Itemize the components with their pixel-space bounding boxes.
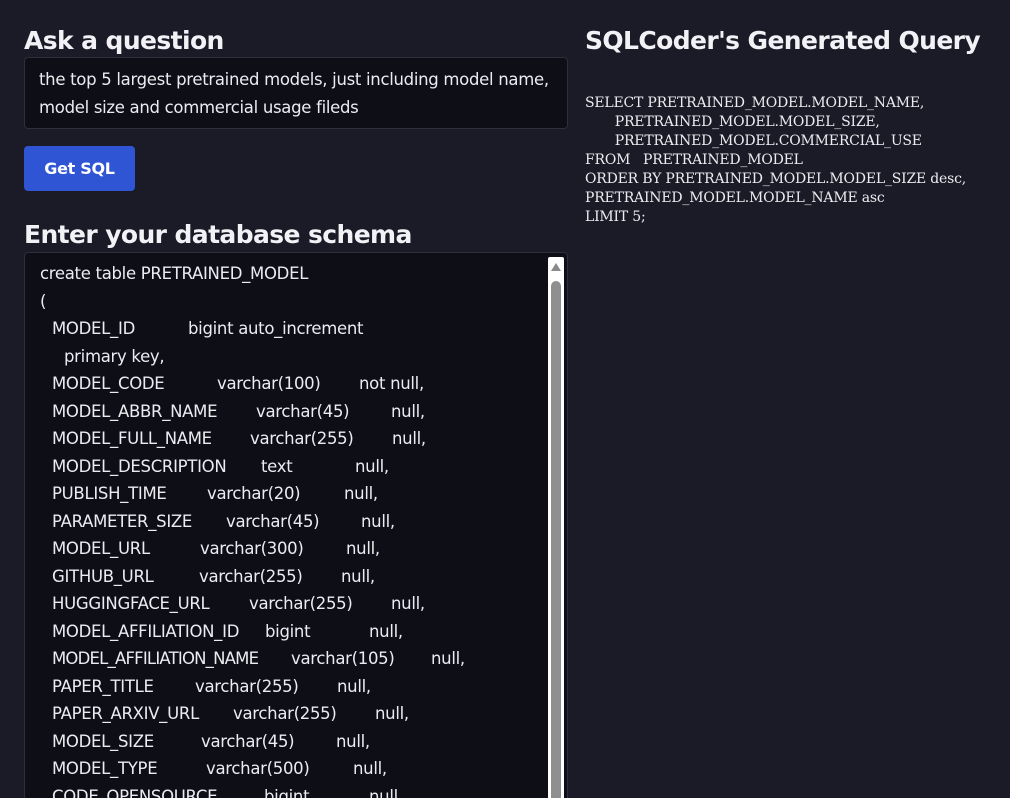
schema-column-name: PARAMETER_SIZE xyxy=(52,511,193,531)
schema-column-type: varchar(20) xyxy=(207,484,301,503)
schema-line: MODEL_CODE varchar(100) not null, xyxy=(40,370,540,398)
schema-scrollbar[interactable] xyxy=(548,257,564,798)
schema-column-nullability: not null, xyxy=(359,374,424,393)
schema-column-type: varchar(45) xyxy=(201,731,295,751)
sql-line: PRETRAINED_MODEL.COMMERCIAL_USE xyxy=(585,133,922,149)
schema-column-nullability: null, xyxy=(355,456,389,476)
schema-column-name: MODEL_AFFILIATION_ID xyxy=(52,621,240,641)
schema-column-nullability: null, xyxy=(346,539,380,558)
schema-column-name: MODEL_DESCRIPTION xyxy=(52,456,227,476)
schema-column-name: MODEL_FULL_NAME xyxy=(52,429,212,448)
schema-column-type: text xyxy=(261,456,293,476)
schema-column-name: PUBLISH_TIME xyxy=(52,484,167,503)
schema-column-type: bigint xyxy=(264,786,310,798)
schema-line: HUGGINGFACE_URL varchar(255) null, xyxy=(40,590,540,618)
schema-line: MODEL_ABBR_NAME varchar(45) null, xyxy=(40,398,540,426)
schema-text: create table PRETRAINED_MODEL ( MODEL_ID… xyxy=(40,260,540,798)
schema-column-type: varchar(100) xyxy=(217,374,321,393)
schema-column-nullability: null, xyxy=(375,704,409,723)
schema-input[interactable]: create table PRETRAINED_MODEL ( MODEL_ID… xyxy=(24,252,568,798)
input-panel: Ask a question the top 5 largest pretrai… xyxy=(24,0,568,798)
schema-line: GITHUB_URL varchar(255) null, xyxy=(40,563,540,591)
generated-query-heading: SQLCoder's Generated Query xyxy=(585,26,981,55)
sql-line: FROM PRETRAINED_MODEL xyxy=(585,152,803,168)
schema-column-nullability: null, xyxy=(341,566,375,586)
schema-column-type: varchar(255) xyxy=(250,429,354,448)
ask-question-heading: Ask a question xyxy=(24,26,224,55)
schema-column-type: varchar(255) xyxy=(195,676,299,696)
sql-line: SELECT PRETRAINED_MODEL.MODEL_NAME, xyxy=(585,95,925,111)
schema-text-fragment: ( xyxy=(40,291,47,311)
schema-column-name: MODEL_AFFILIATION_NAME xyxy=(52,649,259,668)
sql-line: LIMIT 5; xyxy=(585,209,646,225)
schema-line: MODEL_AFFILIATION_NAME varchar(105) null, xyxy=(40,645,540,673)
schema-column-nullability: null, xyxy=(369,621,403,641)
schema-column-name: MODEL_ID xyxy=(52,319,135,338)
schema-column-name: HUGGINGFACE_URL xyxy=(52,594,210,613)
schema-column-nullability: null, xyxy=(353,759,387,778)
schema-column-type: varchar(255) xyxy=(199,566,303,586)
schema-line: PAPER_TITLE varchar(255) null, xyxy=(40,673,540,701)
sql-line: PRETRAINED_MODEL.MODEL_SIZE, xyxy=(585,114,880,130)
question-input[interactable]: the top 5 largest pretrained models, jus… xyxy=(24,57,568,129)
schema-text-fragment: primary key, xyxy=(64,346,165,366)
schema-column-nullability: null, xyxy=(431,649,465,668)
schema-column-name: MODEL_SIZE xyxy=(52,731,154,751)
schema-column-nullability: null, xyxy=(369,786,403,798)
schema-line: MODEL_TYPE varchar(500) null, xyxy=(40,755,540,783)
schema-column-type: bigint auto_increment xyxy=(188,319,364,338)
get-sql-button[interactable]: Get SQL xyxy=(24,146,135,191)
schema-line: PAPER_ARXIV_URL varchar(255) null, xyxy=(40,700,540,728)
schema-line: MODEL_ID bigint auto_increment xyxy=(40,315,540,343)
schema-column-nullability: null, xyxy=(337,676,371,696)
schema-line: create table PRETRAINED_MODEL xyxy=(40,260,540,288)
schema-line: PARAMETER_SIZE varchar(45) null, xyxy=(40,508,540,536)
schema-column-name: MODEL_ABBR_NAME xyxy=(52,401,218,421)
schema-column-name: PAPER_ARXIV_URL xyxy=(52,704,199,723)
schema-heading: Enter your database schema xyxy=(24,220,412,249)
sql-line: PRETRAINED_MODEL.MODEL_NAME asc xyxy=(585,190,885,206)
schema-column-type: varchar(255) xyxy=(233,704,337,723)
schema-line: MODEL_AFFILIATION_ID bigint null, xyxy=(40,618,540,646)
schema-line: PUBLISH_TIME varchar(20) null, xyxy=(40,480,540,508)
schema-column-name: MODEL_URL xyxy=(52,539,150,558)
schema-column-name: CODE_OPENSOURCE xyxy=(52,786,218,798)
schema-line: MODEL_DESCRIPTION text null, xyxy=(40,453,540,481)
schema-column-type: varchar(105) xyxy=(291,649,395,668)
scroll-up-arrow-icon[interactable] xyxy=(551,263,561,271)
sql-line: ORDER BY PRETRAINED_MODEL.MODEL_SIZE des… xyxy=(585,171,966,187)
schema-text-fragment: create table PRETRAINED_MODEL xyxy=(40,264,309,283)
generated-sql-output: SELECT PRETRAINED_MODEL.MODEL_NAME, PRET… xyxy=(585,94,1005,227)
schema-column-name: MODEL_CODE xyxy=(52,374,165,393)
schema-column-nullability: null, xyxy=(391,594,425,613)
schema-column-type: bigint xyxy=(265,621,311,641)
schema-column-nullability: null, xyxy=(361,511,395,531)
schema-column-type: varchar(255) xyxy=(249,594,353,613)
sqlcoder-app: Ask a question the top 5 largest pretrai… xyxy=(0,0,1010,798)
schema-line: primary key, xyxy=(40,343,540,371)
schema-column-type: varchar(45) xyxy=(256,401,350,421)
schema-column-name: GITHUB_URL xyxy=(52,566,154,586)
scroll-thumb[interactable] xyxy=(551,281,561,798)
schema-column-nullability: null, xyxy=(336,731,370,751)
schema-column-type: varchar(300) xyxy=(200,539,304,558)
schema-line: MODEL_SIZE varchar(45) null, xyxy=(40,728,540,756)
schema-column-nullability: null, xyxy=(392,429,426,448)
schema-line: MODEL_FULL_NAME varchar(255) null, xyxy=(40,425,540,453)
schema-column-name: PAPER_TITLE xyxy=(52,676,154,696)
schema-column-nullability: null, xyxy=(344,484,378,503)
output-panel: SQLCoder's Generated Query SELECT PRETRA… xyxy=(585,0,1005,798)
schema-column-nullability: null, xyxy=(391,401,425,421)
schema-column-type: varchar(45) xyxy=(226,511,320,531)
schema-line: ( xyxy=(40,288,540,316)
schema-column-type: varchar(500) xyxy=(206,759,310,778)
schema-column-name: MODEL_TYPE xyxy=(52,759,158,778)
schema-line: CODE_OPENSOURCE bigint null, xyxy=(40,783,540,798)
schema-line: MODEL_URL varchar(300) null, xyxy=(40,535,540,563)
